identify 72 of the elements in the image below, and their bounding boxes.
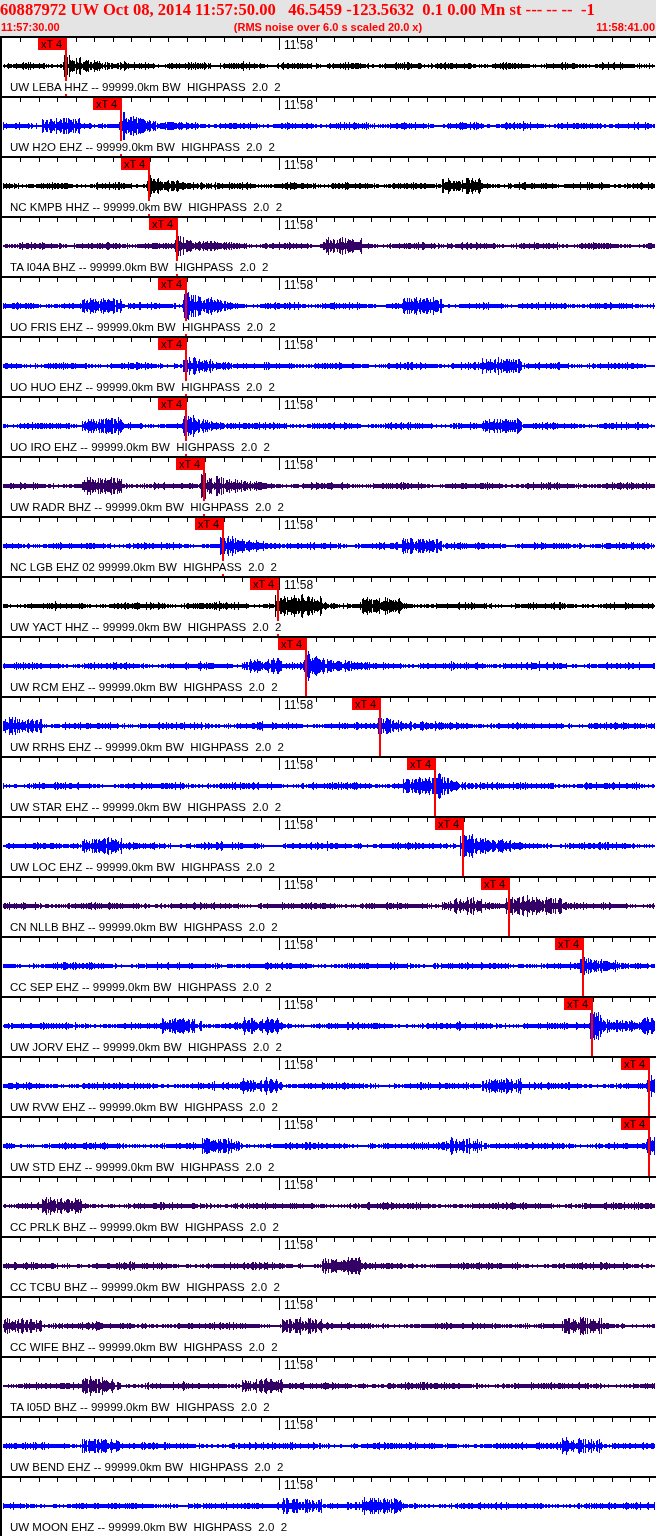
station-label: TA I04A BHZ -- 99999.0km BW HIGHPASS 2.0 2 [10, 261, 269, 274]
time-label: 11:58 [284, 1119, 314, 1132]
noise-note: (RMS noise over 6.0 s scaled 20.0 x) [233, 20, 423, 34]
time-label: 11:58 [284, 39, 314, 52]
pick-flag: xT 4 [407, 758, 434, 770]
pick-flag: xT 4 [149, 218, 176, 230]
pick-flag: xT 4 [158, 278, 185, 290]
station-label: TA I05D BHZ -- 99999.0km BW HIGHPASS 2.0 2 [10, 1401, 270, 1414]
station-label: UW H2O EHZ -- 99999.0km BW HIGHPASS 2.0 2 [10, 141, 275, 154]
pick-flag: xT 4 [435, 818, 462, 830]
station-label: UW MOON EHZ -- 99999.0km BW HIGHPASS 2.0 2 [10, 1521, 288, 1534]
pick-flag: xT 4 [278, 638, 305, 650]
time-label: 11:58 [284, 999, 314, 1012]
time-label: 11:58 [284, 399, 314, 412]
time-label: 11:58 [284, 339, 314, 352]
pick-flag: xT 4 [38, 38, 65, 50]
time-label: 11:58 [284, 939, 314, 952]
station-label: CC TCBU BHZ -- 99999.0km BW HIGHPASS 2.0 2 [10, 1281, 280, 1294]
station-label: UO IRO EHZ -- 99999.0km BW HIGHPASS 2.0 2 [10, 441, 270, 454]
time-label: 11:58 [284, 159, 314, 172]
station-label: UW STD EHZ -- 99999.0km BW HIGHPASS 2.0 2 [10, 1161, 275, 1174]
station-label: UW LEBA HHZ -- 99999.0km BW HIGHPASS 2.0 2 [10, 81, 281, 94]
time-label: 11:58 [284, 1239, 314, 1252]
event-title: 60887972 UW Oct 08, 2014 11:57:50.00 46.5459 -123.5632 0.1 0.00 Mn st --- -- -- -1 [0, 0, 595, 20]
time-label: 11:58 [284, 279, 314, 292]
time-label: 11:58 [284, 1059, 314, 1072]
time-label: 11:58 [284, 879, 314, 892]
time-label: 11:58 [284, 759, 314, 772]
station-label: CC WIFE BHZ -- 99999.0km BW HIGHPASS 2.0 2 [10, 1341, 278, 1354]
pick-flag: xT 4 [93, 98, 120, 110]
time-label: 11:58 [284, 519, 314, 532]
station-label: UW JORV EHZ -- 99999.0km BW HIGHPASS 2.0 2 [10, 1041, 282, 1054]
station-label: UW STAR EHZ -- 99999.0km BW HIGHPASS 2.0 2 [10, 801, 282, 814]
station-label: UW RRHS EHZ -- 99999.0km BW HIGHPASS 2.0 2 [10, 741, 284, 754]
time-label: 11:58 [284, 1299, 314, 1312]
time-label: 11:58 [284, 819, 314, 832]
time-label: 11:58 [284, 1479, 314, 1492]
station-label: UW RCM EHZ -- 99999.0km BW HIGHPASS 2.0 2 [10, 681, 278, 694]
pick-flag: xT 4 [176, 458, 203, 470]
pick-flag: xT 4 [481, 878, 508, 890]
time-label: 11:58 [284, 1359, 314, 1372]
time-label: 11:58 [284, 1179, 314, 1192]
pick-flag: xT 4 [158, 338, 185, 350]
station-label: CC SEP EHZ -- 99999.0km BW HIGHPASS 2.0 2 [10, 981, 272, 994]
pick-flag: xT 4 [121, 158, 148, 170]
station-label: UW YACT HHZ -- 99999.0km BW HIGHPASS 2.0 2 [10, 621, 282, 634]
station-label: UO FRIS EHZ -- 99999.0km BW HIGHPASS 2.0 2 [10, 321, 276, 334]
station-label: NC LGB EHZ 02 99999.0km BW HIGHPASS 2.0 2 [10, 561, 277, 574]
pick-flag: xT 4 [250, 578, 277, 590]
station-label: UW RVW EHZ -- 99999.0km BW HIGHPASS 2.0 2 [10, 1101, 278, 1114]
time-label: 11:58 [284, 699, 314, 712]
pick-flag: xT 4 [195, 518, 222, 530]
time-label: 11:58 [284, 579, 314, 592]
station-label: CN NLLB BHZ -- 99999.0km BW HIGHPASS 2.0 2 [10, 921, 278, 934]
time-label: 11:58 [284, 99, 314, 112]
pick-flag: xT 4 [352, 698, 379, 710]
pick-flag: xT 4 [621, 1058, 648, 1070]
time-label: 11:58 [284, 1419, 314, 1432]
station-label: UW RADR BHZ -- 99999.0km BW HIGHPASS 2.0 2 [10, 501, 284, 514]
end-time: 11:58:41.00 [596, 20, 655, 34]
pick-flag: xT 4 [158, 398, 185, 410]
start-time: 11:57:30.00 [1, 20, 60, 34]
station-label: UW LOC EHZ -- 99999.0km BW HIGHPASS 2.0 2 [10, 861, 275, 874]
station-label: UO HUO EHZ -- 99999.0km BW HIGHPASS 2.0 2 [10, 381, 275, 394]
pick-flag: xT 4 [621, 1118, 648, 1130]
station-label: CC PRLK BHZ -- 99999.0km BW HIGHPASS 2.0 2 [10, 1221, 279, 1234]
pick-flag: xT 4 [564, 998, 591, 1010]
station-label: UW BEND EHZ -- 99999.0km BW HIGHPASS 2.0 2 [10, 1461, 284, 1474]
time-label: 11:58 [284, 459, 314, 472]
station-label: NC KMPB HHZ -- 99999.0km BW HIGHPASS 2.0 2 [10, 201, 283, 214]
time-label: 11:58 [284, 219, 314, 232]
pick-flag: xT 4 [555, 938, 582, 950]
